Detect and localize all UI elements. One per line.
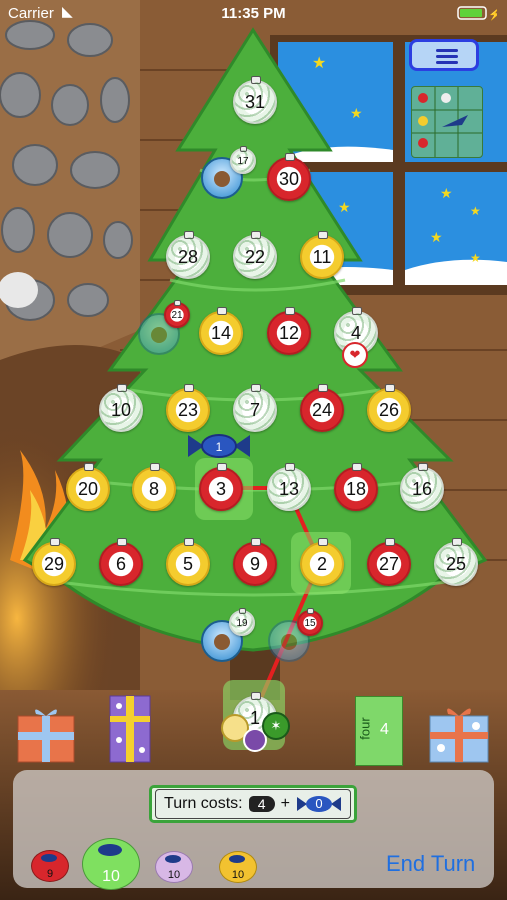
ornament-27[interactable]: 27 <box>367 538 411 586</box>
small-ornament[interactable]: 17 <box>230 146 256 174</box>
ornament-number: 14 <box>210 322 232 343</box>
ornament-10[interactable]: 10 <box>99 384 143 432</box>
candy-cost: 0 <box>315 796 323 811</box>
svg-text:★: ★ <box>338 199 351 215</box>
ornament-number: 22 <box>244 246 266 267</box>
ornament-11[interactable]: 11 <box>300 231 344 279</box>
ornament-number: 5 <box>182 553 193 574</box>
svg-text:★: ★ <box>440 185 453 201</box>
turn-costs-label: Turn costs: <box>164 795 243 812</box>
gift-box-purple[interactable] <box>106 690 154 764</box>
end-turn-button[interactable]: End Turn <box>386 851 475 877</box>
ornament-5[interactable]: 5 <box>166 538 210 586</box>
ornament-8[interactable]: 8 <box>132 463 176 511</box>
ornament-3[interactable]: 3 <box>199 463 243 511</box>
small-ornament[interactable]: 15 <box>297 608 323 636</box>
ornament-30[interactable]: 30 <box>267 153 311 201</box>
ornament-29[interactable]: 29 <box>32 538 76 586</box>
footprint-icon: 4 <box>248 796 275 812</box>
player-candy-purple[interactable]: 10 <box>155 851 193 883</box>
clock: 11:35 PM <box>221 5 286 22</box>
gift-box-blue[interactable] <box>426 702 492 764</box>
player-piece-green[interactable]: ✶ <box>262 712 290 740</box>
ornament-26[interactable]: 26 <box>367 384 411 432</box>
svg-text:★: ★ <box>312 55 326 72</box>
ornament-24[interactable]: 24 <box>300 384 344 432</box>
ornament-23[interactable]: 23 <box>166 384 210 432</box>
ornament-number: 25 <box>445 553 467 574</box>
turn-costs-inner: Turn costs: 4 + 0 <box>155 789 351 819</box>
player-candy-yellow-count: 10 <box>231 869 245 881</box>
ornament-number: 18 <box>345 478 367 499</box>
ornament-number: 9 <box>249 553 260 574</box>
battery-icon: ⚡ <box>457 6 497 21</box>
gift-label: four <box>357 717 373 740</box>
ornament-14[interactable]: 14 <box>199 307 243 355</box>
ornament-number: 2 <box>316 553 327 574</box>
ornament-31[interactable]: 31 <box>233 76 277 124</box>
ornament-number: 12 <box>278 322 300 343</box>
ornament-2[interactable]: 2 <box>300 538 344 586</box>
player-candy-red-count: 9 <box>46 868 54 880</box>
ornament-number: 30 <box>278 168 300 189</box>
ornament-number: 13 <box>278 478 300 499</box>
turn-costs-box: Turn costs: 4 + 0 <box>149 785 357 823</box>
ornament-number: 1 <box>249 707 260 728</box>
svg-text:★: ★ <box>430 229 443 245</box>
player-candy-green-count: 10 <box>102 868 120 885</box>
ornament-number: 7 <box>249 399 260 420</box>
ornament-9[interactable]: 9 <box>233 538 277 586</box>
ornament-7[interactable]: 7 <box>233 384 277 432</box>
ornament-number: 23 <box>177 399 199 420</box>
mini-map-icon <box>412 87 482 157</box>
gift-number: 4 <box>380 721 389 738</box>
ornament-number: 8 <box>148 478 159 499</box>
ornament-number: 10 <box>110 399 132 420</box>
candy-marker[interactable]: 1 <box>186 431 252 461</box>
svg-text:★: ★ <box>350 105 363 121</box>
gift-box-green[interactable]: four 4 <box>355 696 403 766</box>
menu-button[interactable] <box>409 39 479 71</box>
ornament-number: 28 <box>177 246 199 267</box>
ornament-28[interactable]: 28 <box>166 231 210 279</box>
ornament-20[interactable]: 20 <box>66 463 110 511</box>
ornament-number: 11 <box>312 246 332 267</box>
mini-map[interactable] <box>411 86 483 158</box>
player-candy-green[interactable]: 10 <box>82 838 140 890</box>
svg-text:★: ★ <box>470 204 481 218</box>
svg-text:⚡: ⚡ <box>488 8 497 21</box>
ornament-13[interactable]: 13 <box>267 463 311 511</box>
ornament-number: 29 <box>43 553 65 574</box>
small-ornament[interactable]: 21 <box>164 300 190 328</box>
ornament-number: 20 <box>77 478 99 499</box>
ornament-25[interactable]: 25 <box>434 538 478 586</box>
svg-text:★: ★ <box>470 251 481 265</box>
ornament-number: 6 <box>115 553 126 574</box>
ornament-18[interactable]: 18 <box>334 463 378 511</box>
ornament-number: 4 <box>350 322 361 343</box>
ornament-12[interactable]: 12 <box>267 307 311 355</box>
ornament-6[interactable]: 6 <box>99 538 143 586</box>
steps-cost: 4 <box>257 796 266 812</box>
player-candy-purple-count: 10 <box>167 869 181 881</box>
player-candy-yellow[interactable]: 10 <box>219 851 257 883</box>
player-candy-red[interactable]: 9 <box>31 850 69 882</box>
candy-cost-icon: 0 <box>296 794 342 814</box>
ornament-number: 27 <box>378 553 400 574</box>
small-ornament[interactable]: 19 <box>229 608 255 636</box>
ornament-22[interactable]: 22 <box>233 231 277 279</box>
heart-icon: ❤ <box>342 342 368 368</box>
ornament-16[interactable]: 16 <box>400 463 444 511</box>
gift-box-red[interactable] <box>14 704 78 764</box>
ornament-number: 16 <box>411 478 433 499</box>
plus-sign: + <box>280 795 290 812</box>
ornament-number: 26 <box>378 399 400 420</box>
candy-marker-value: 1 <box>216 440 223 454</box>
ornament-number: 24 <box>311 399 333 420</box>
ornament-number: 31 <box>244 91 266 112</box>
ornament-number: 3 <box>215 478 226 499</box>
status-bar: Carrier ◣ 11:35 PM ⚡ <box>0 0 507 28</box>
